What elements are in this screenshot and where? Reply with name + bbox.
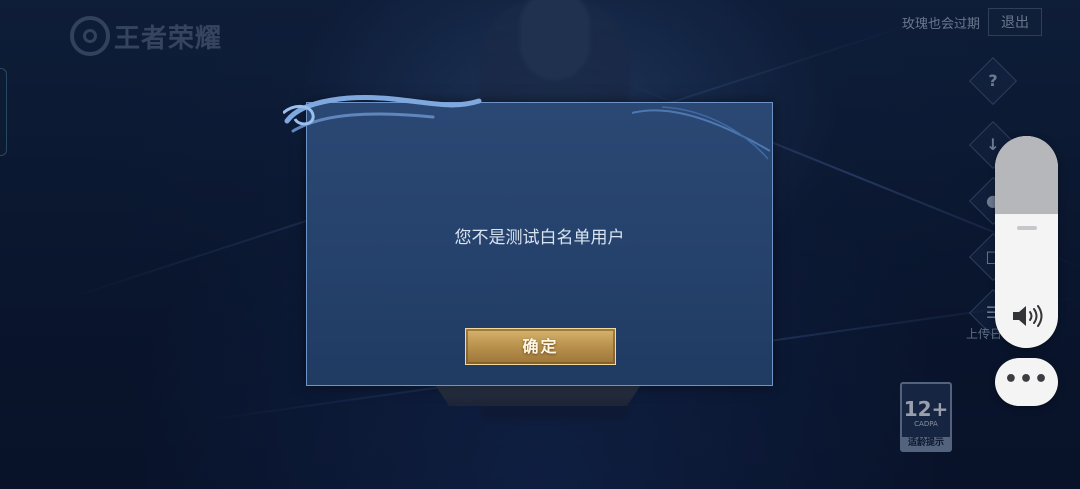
speaker-icon (1013, 305, 1043, 327)
game-screen: 王者荣耀 玫瑰也会过期 退出 ? ↓ ● □ ☰ 上传日 12+ CADPA 适… (0, 0, 1080, 489)
dialog-message: 您不是测试白名单用户 (454, 228, 625, 248)
confirm-button[interactable]: 确定 (465, 328, 616, 365)
volume-slider[interactable] (995, 136, 1058, 348)
volume-slider-empty (995, 136, 1058, 214)
dialog-swirl-right-decoration (632, 106, 771, 160)
alert-dialog: 您不是测试白名单用户 确定 (283, 95, 773, 386)
more-options-button[interactable]: ••• (995, 358, 1058, 406)
volume-slider-handle[interactable] (1017, 226, 1037, 230)
dialog-swirl-decoration (283, 95, 482, 133)
